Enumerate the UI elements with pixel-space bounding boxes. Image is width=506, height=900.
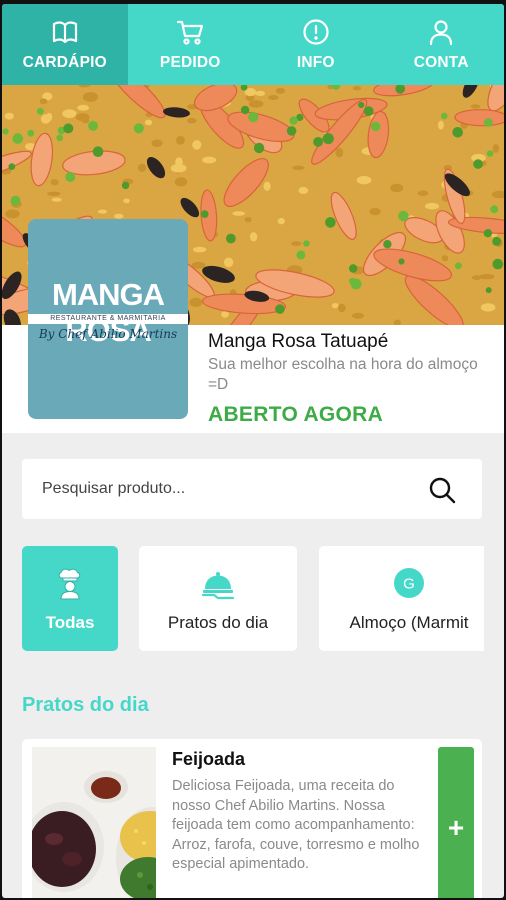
product-card[interactable]: Feijoada Deliciosa Feijoada, uma receita… — [22, 739, 482, 898]
tab-label: CARDÁPIO — [22, 54, 107, 71]
product-name: Feijoada — [172, 749, 246, 769]
product-photo — [32, 747, 156, 898]
tab-info[interactable]: INFO — [253, 4, 379, 85]
restaurant-name: Manga Rosa Tatuapé — [208, 331, 389, 352]
book-icon — [52, 21, 77, 44]
logo-chef: By Chef Abilio Martins — [38, 327, 178, 341]
tab-conta[interactable]: CONTA — [379, 4, 505, 85]
g-badge-icon: G — [394, 567, 424, 598]
category-label: Almoço (Marmit — [349, 612, 469, 632]
logo-subtitle: RESTAURANTE & MARMITARIA — [28, 314, 188, 324]
category-pratos-do-dia[interactable]: Pratos do dia — [139, 546, 297, 651]
section-title: Pratos do dia — [22, 694, 149, 716]
open-status: ABERTO AGORA — [208, 403, 384, 426]
restaurant-logo: MANGA ROSA RESTAURANTE & MARMITARIA By C… — [28, 219, 188, 419]
tab-cardapio[interactable]: CARDÁPIO — [2, 4, 128, 85]
product-description: Deliciosa Feijoada, uma receita do nosso… — [172, 778, 420, 872]
category-list: Todas Pratos do dia G Almoço (Marmit — [22, 546, 484, 651]
restaurant-description: Sua melhor escolha na hora do almoço =D — [208, 356, 478, 393]
tab-pedido[interactable]: PEDIDO — [128, 4, 254, 85]
search-bar — [22, 459, 482, 519]
search-input[interactable] — [42, 459, 422, 519]
svg-text:G: G — [403, 575, 415, 592]
cart-icon — [177, 20, 204, 45]
category-todas[interactable]: Todas — [22, 546, 118, 651]
chef-icon — [58, 568, 81, 599]
search-icon[interactable] — [428, 476, 456, 504]
app-frame: CARDÁPIO PEDIDO INFO CONTA MANGA ROSA RE… — [2, 4, 504, 898]
tab-label: CONTA — [413, 54, 469, 71]
info-icon — [303, 19, 329, 45]
top-nav: CARDÁPIO PEDIDO INFO CONTA — [2, 4, 504, 85]
add-to-cart-button[interactable]: + — [438, 747, 474, 898]
category-label: Pratos do dia — [167, 612, 269, 632]
user-icon — [430, 20, 453, 46]
tab-label: INFO — [296, 54, 335, 71]
tab-label: PEDIDO — [159, 54, 221, 71]
category-label: Todas — [45, 612, 95, 632]
category-almoco[interactable]: G Almoço (Marmit — [319, 546, 484, 651]
serving-dish-icon — [201, 571, 235, 599]
